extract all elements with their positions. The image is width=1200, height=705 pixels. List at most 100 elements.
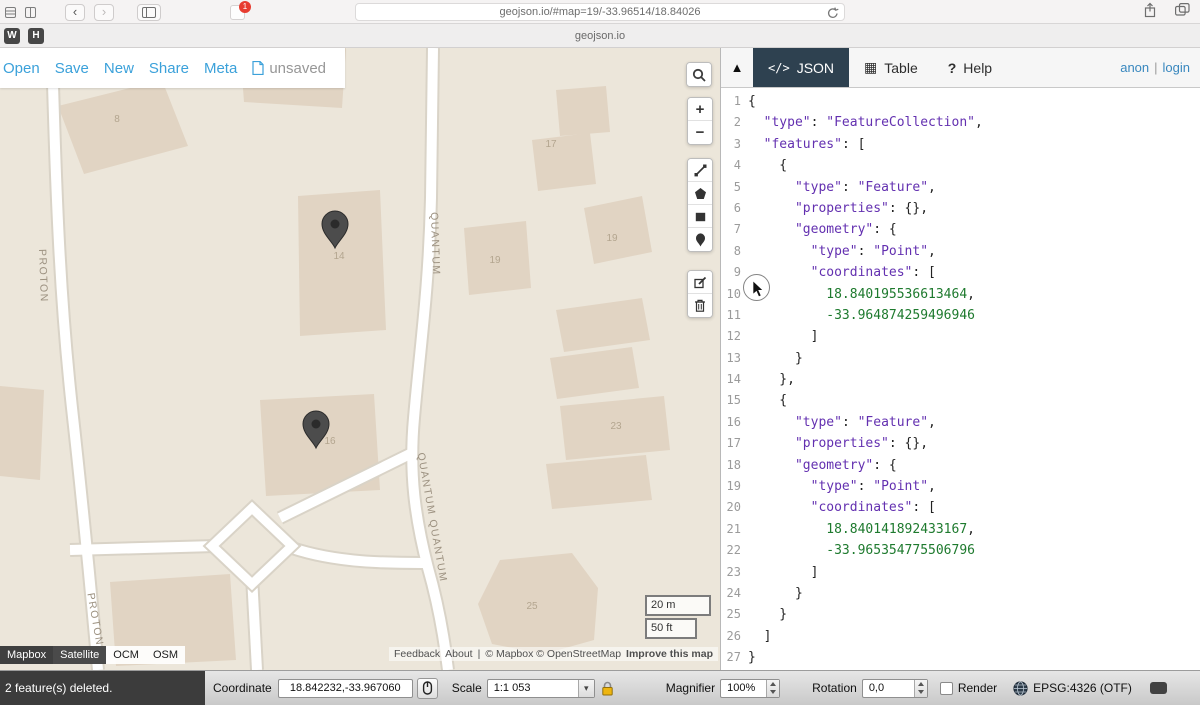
tab-help-label: Help [963,60,992,76]
code-text: "type": "Point", [748,241,936,262]
code-line[interactable]: 5 "type": "Feature", [721,177,1200,198]
code-text: "coordinates": [ [748,262,936,283]
draw-marker-tool[interactable] [688,228,712,251]
active-tab-title[interactable]: geojson.io [0,24,1200,48]
scale-lock-icon[interactable] [601,681,614,696]
messages-icon[interactable] [1150,682,1167,694]
coordinate-input[interactable]: 18.842232,-33.967060 [278,679,413,698]
anon-link[interactable]: anon [1120,60,1149,75]
line-number: 15 [721,390,748,411]
search-control[interactable] [686,62,712,87]
menu-save[interactable]: Save [55,60,89,77]
feedback-link[interactable]: Feedback [394,648,440,660]
draw-rectangle-tool[interactable] [688,205,712,228]
code-line[interactable]: 4 { [721,155,1200,176]
spinner-arrows[interactable] [914,680,927,697]
reload-icon[interactable] [827,7,839,19]
login-link[interactable]: login [1163,60,1190,75]
code-line[interactable]: 1{ [721,91,1200,112]
back-button[interactable]: ‹ [65,4,85,21]
forward-button[interactable]: › [94,4,114,21]
code-line[interactable]: 24 } [721,583,1200,604]
browser-tab-bar: W H geojson.io [0,24,1200,48]
code-line[interactable]: 8 "type": "Point", [721,241,1200,262]
chevron-down-icon[interactable]: ▾ [578,680,594,697]
url-bar[interactable]: geojson.io/#map=19/-33.96514/18.84026 [355,3,845,21]
code-line[interactable]: 12 ] [721,326,1200,347]
code-text: { [748,155,787,176]
map[interactable]: PROTON QUANTUM QUANTUM QUANTUM PROTON 8 … [0,48,720,670]
draw-polygon-tool[interactable] [688,182,712,205]
tab-table[interactable]: ▦ Table [849,48,933,87]
code-line[interactable]: 6 "properties": {}, [721,198,1200,219]
scale-combo[interactable]: 1:1 053 ▾ [487,679,595,698]
code-text: ] [748,626,771,647]
code-line[interactable]: 11 -33.964874259496946 [721,305,1200,326]
code-line[interactable]: 3 "features": [ [721,134,1200,155]
zoom-out-button[interactable]: − [688,121,712,144]
layer-osm[interactable]: OSM [146,646,185,664]
code-line[interactable]: 7 "geometry": { [721,219,1200,240]
line-number: 8 [721,241,748,262]
tab-table-label: Table [884,60,917,76]
layer-mapbox[interactable]: Mapbox [0,646,53,664]
code-line[interactable]: 26 ] [721,626,1200,647]
code-line[interactable]: 19 "type": "Point", [721,476,1200,497]
street-label: QUANTUM [428,212,442,276]
code-text: { [748,390,787,411]
code-line[interactable]: 18 "geometry": { [721,455,1200,476]
code-line[interactable]: 15 { [721,390,1200,411]
tab-help[interactable]: ? Help [933,48,1007,87]
map-canvas[interactable]: PROTON QUANTUM QUANTUM QUANTUM PROTON 8 … [0,48,720,670]
layer-ocm[interactable]: OCM [106,646,146,664]
extension-icon[interactable]: 1 [230,5,245,20]
search-icon[interactable] [687,63,711,86]
code-line[interactable]: 10 18.840195536613464, [721,284,1200,305]
menu-meta[interactable]: Meta [204,60,237,77]
window-grid-icon[interactable] [5,7,16,18]
window-panes-icon[interactable] [25,7,36,18]
rotation-input[interactable]: 0,0 [862,679,928,698]
menu-share[interactable]: Share [149,60,189,77]
mouse-icon [422,681,433,695]
code-line[interactable]: 17 "properties": {}, [721,433,1200,454]
scale-label: Scale [452,681,482,695]
tab-json[interactable]: </> JSON [753,48,849,87]
browser-toolbar: ‹ › 1 geojson.io/#map=19/-33.96514/18.84… [0,0,1200,24]
sidebar-toggle-button[interactable] [137,4,161,21]
code-line[interactable]: 21 18.840141892433167, [721,519,1200,540]
zoom-in-button[interactable]: + [688,98,712,121]
code-icon: </> [768,61,790,75]
code-line[interactable]: 27} [721,647,1200,668]
draw-line-tool[interactable] [688,159,712,182]
crs-button[interactable]: EPSG:4326 (OTF) [1013,681,1132,696]
code-line[interactable]: 2 "type": "FeatureCollection", [721,112,1200,133]
layer-satellite[interactable]: Satellite [53,646,106,664]
share-icon[interactable] [1143,2,1157,23]
spinner-arrows[interactable] [766,680,779,697]
about-link[interactable]: About [445,648,472,660]
tabs-overview-icon[interactable] [1175,3,1190,21]
code-line[interactable]: 25 } [721,604,1200,625]
code-line[interactable]: 20 "coordinates": [ [721,497,1200,518]
render-checkbox[interactable] [940,682,953,695]
improve-map-link[interactable]: Improve this map [626,648,713,660]
json-editor[interactable]: 1{2 "type": "FeatureCollection",3 "featu… [721,88,1200,670]
menu-new[interactable]: New [104,60,134,77]
tab-json-label: JSON [797,60,834,76]
trash-icon[interactable] [688,294,712,317]
mouse-position-button[interactable] [417,678,438,699]
globe-icon [1013,681,1028,696]
magnifier-input[interactable]: 100% [720,679,780,698]
code-line[interactable]: 22 -33.965354775506796 [721,540,1200,561]
auth-area: anon | login [1120,48,1200,87]
collapse-panel-arrow[interactable]: ▲ [721,48,753,87]
code-line[interactable]: 23 ] [721,562,1200,583]
edit-layers-icon[interactable] [688,271,712,294]
code-line[interactable]: 13 } [721,348,1200,369]
code-line[interactable]: 14 }, [721,369,1200,390]
code-line[interactable]: 16 "type": "Feature", [721,412,1200,433]
building-number: 19 [489,255,501,266]
menu-open[interactable]: Open [3,60,40,77]
code-line[interactable]: 9 "coordinates": [ [721,262,1200,283]
